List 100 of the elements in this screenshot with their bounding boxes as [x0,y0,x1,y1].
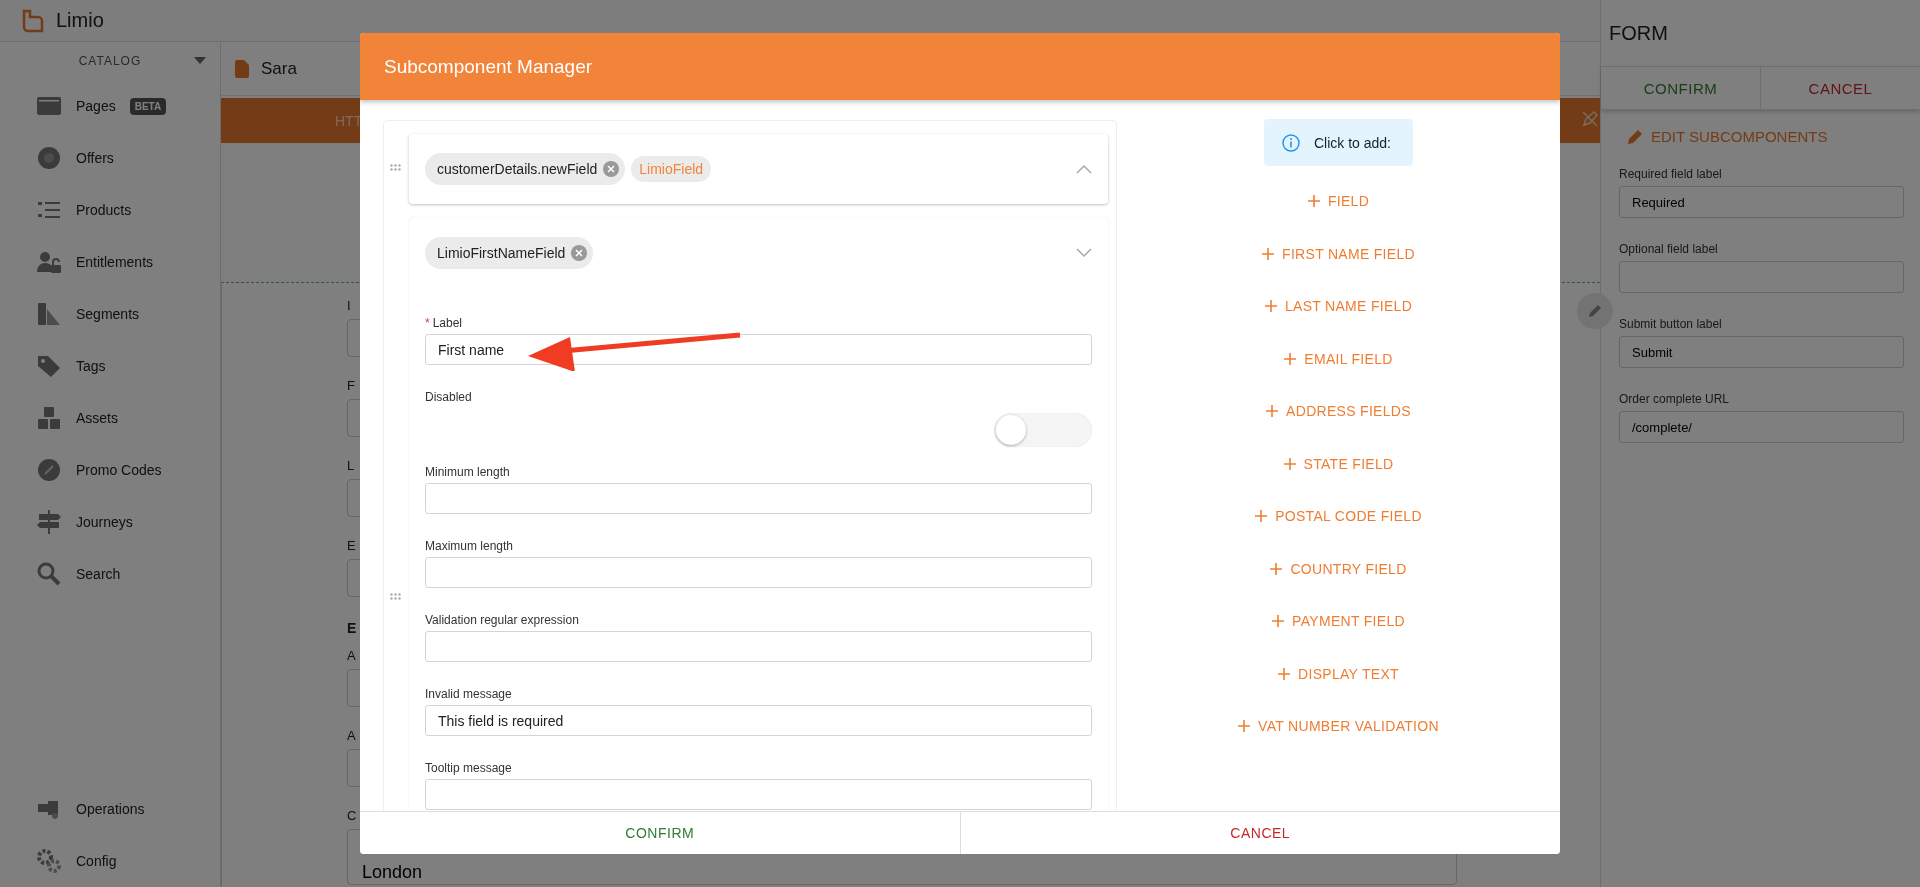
info-icon [1281,133,1300,152]
plus-icon [1270,562,1283,575]
search-icon [36,561,62,587]
sidebar-item[interactable]: Segments [0,288,220,340]
add-field-button[interactable]: FIRST NAME FIELD [1262,227,1415,280]
hint-text: Click to add: [1313,134,1391,151]
sidebar-item[interactable]: Assets [0,392,220,444]
boxes-icon [36,405,62,431]
sidebar-item[interactable]: Operations [0,783,220,835]
field-label: Label [432,316,463,330]
add-field-button[interactable]: LAST NAME FIELD [1264,280,1413,333]
sidebar-item[interactable]: Promo Codes [0,444,220,496]
grip-icon[interactable] [390,164,401,171]
add-field-button[interactable]: POSTAL CODE FIELD [1255,490,1422,543]
add-field-button[interactable]: DISPLAY TEXT [1278,647,1399,700]
field-label: E [347,537,356,555]
field-label: I [347,297,351,315]
input-field[interactable] [1619,261,1904,293]
cancel-button[interactable]: CANCEL [959,812,1560,854]
close-icon[interactable] [571,245,588,261]
plus-icon [1283,457,1296,470]
input-field[interactable]: Required [1619,186,1904,218]
plus-icon [1272,615,1285,628]
add-field-button[interactable]: PAYMENT FIELD [1272,595,1405,648]
plus-icon [1238,720,1251,733]
add-field-button[interactable]: STATE FIELD [1283,437,1394,490]
field-label: Tooltip message [425,761,513,775]
required-mark: * [425,316,430,330]
input-field[interactable] [425,483,1092,514]
tag-icon [36,353,62,379]
file-icon [235,59,249,78]
plus-icon [1264,300,1277,313]
field-label: Optional field label [1619,242,1719,256]
badge-icon [36,457,62,483]
user-lock-icon [36,249,62,275]
field-label: Disabled [425,390,473,404]
sidebar-item[interactable]: Config [0,835,220,887]
field-label: Required field label [1619,167,1723,181]
chevron-up-icon[interactable] [1076,164,1092,174]
modal-title: Subcomponent Manager [360,33,1560,100]
logo-icon [20,7,46,34]
close-icon[interactable] [603,161,620,177]
bars-icon [36,301,62,327]
sidebar-item[interactable]: Pages BETA [0,80,220,132]
plus-icon [1262,247,1275,260]
plus-icon [1307,195,1320,208]
add-field-button[interactable]: FIELD [1307,175,1370,228]
sidebar-item[interactable]: Offers [0,132,220,184]
add-field-button[interactable]: ADDRESS FIELDS [1266,385,1411,438]
plus-icon [1255,510,1268,523]
field-label: A [347,647,356,665]
input-field[interactable]: First name [425,334,1092,365]
add-field-button[interactable]: COUNTRY FIELD [1270,542,1407,595]
sidebar-item[interactable]: Journeys [0,496,220,548]
sidebar-item[interactable]: Search [0,548,220,600]
cancel-button[interactable]: CANCEL [1760,67,1920,109]
field-label: F [347,377,355,395]
plus-icon [1266,405,1279,418]
chevron-down-icon[interactable] [1076,248,1092,258]
sidebar-item[interactable]: Products [0,184,220,236]
field-label: L [347,457,355,475]
pencil-icon [1587,303,1603,319]
sidebar-item[interactable]: Tags [0,340,220,392]
gear-icon [36,848,62,874]
component-chip: LimioFirstNameField [425,237,594,269]
add-field-button[interactable]: VAT NUMBER VALIDATION [1238,700,1439,753]
pencil-icon [1627,128,1643,145]
type-tag: LimioField [631,156,712,182]
input-field[interactable] [425,631,1092,662]
add-field-button[interactable]: EMAIL FIELD [1284,332,1393,385]
page-title: Sara [261,58,297,79]
toggle-switch[interactable] [994,413,1092,447]
grip-icon[interactable] [390,593,401,600]
field-label: A [347,727,356,745]
input-field[interactable] [425,779,1092,810]
confirm-button[interactable]: CONFIRM [1601,67,1760,109]
pencil-off-icon [1582,111,1598,127]
field-label: Maximum length [425,539,515,553]
signpost-icon [36,509,62,535]
section-heading: E [347,619,357,638]
app-logo-text: Limio [56,9,104,32]
caret-icon [194,57,206,64]
panel-title: FORM [1608,20,1669,46]
field-label: Order complete URL [1619,392,1731,406]
input-field[interactable]: /complete/ [1619,411,1904,443]
plus-icon [1284,352,1297,365]
beta-badge: BETA [129,97,167,115]
field-label: C [347,807,357,825]
badge-icon [36,145,62,171]
component-chip: customerDetails.newField [425,153,626,185]
input-field[interactable]: Submit [1619,336,1904,368]
input-field[interactable]: This field is required [425,705,1092,736]
banner-text: HTT [335,112,363,129]
field-label: Submit button label [1619,317,1723,331]
edit-button[interactable] [1577,293,1613,329]
sidebar-item[interactable]: Entitlements [0,236,220,288]
field-label: Minimum length [425,465,511,479]
field-label: Invalid message [425,687,513,701]
plus-icon [1278,667,1291,680]
input-field[interactable] [425,557,1092,588]
